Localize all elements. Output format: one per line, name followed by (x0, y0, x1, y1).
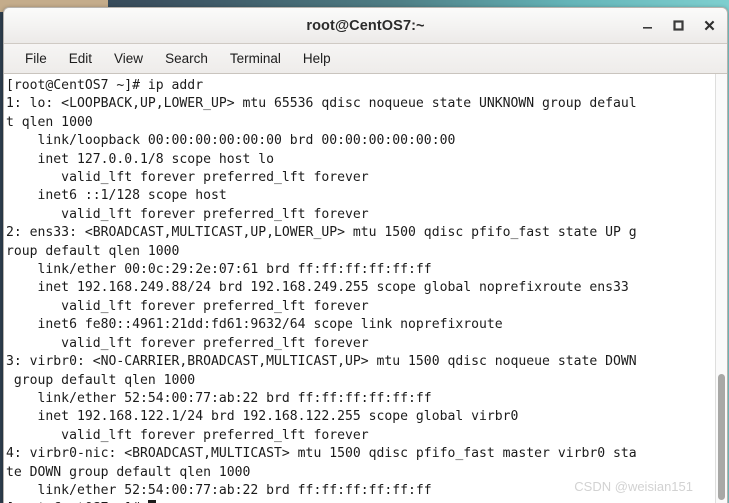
menu-file[interactable]: File (14, 48, 58, 70)
window-titlebar[interactable]: root@CentOS7:~ (4, 8, 727, 44)
menu-edit[interactable]: Edit (58, 48, 103, 70)
scrollbar-thumb[interactable] (718, 374, 725, 500)
window-controls (639, 8, 718, 43)
terminal-output: [root@CentOS7 ~]# ip addr 1: lo: <LOOPBA… (6, 78, 637, 498)
maximize-icon (673, 20, 684, 31)
minimize-button[interactable] (639, 17, 656, 34)
minimize-icon (643, 27, 652, 29)
menu-view[interactable]: View (103, 48, 154, 70)
menu-search[interactable]: Search (154, 48, 219, 70)
menu-terminal[interactable]: Terminal (219, 48, 292, 70)
window-title: root@CentOS7:~ (306, 17, 425, 34)
terminal-viewport[interactable]: [root@CentOS7 ~]# ip addr 1: lo: <LOOPBA… (4, 74, 715, 503)
terminal-scrollbar[interactable] (715, 74, 727, 503)
terminal-body[interactable]: [root@CentOS7 ~]# ip addr 1: lo: <LOOPBA… (4, 74, 727, 503)
menubar: File Edit View Search Terminal Help (4, 44, 727, 74)
maximize-button[interactable] (670, 17, 687, 34)
screen: root@CentOS7:~ File Edit View Search Ter… (0, 0, 729, 503)
terminal-window: root@CentOS7:~ File Edit View Search Ter… (3, 7, 728, 503)
close-icon (704, 20, 715, 31)
menu-help[interactable]: Help (292, 48, 342, 70)
close-button[interactable] (701, 17, 718, 34)
